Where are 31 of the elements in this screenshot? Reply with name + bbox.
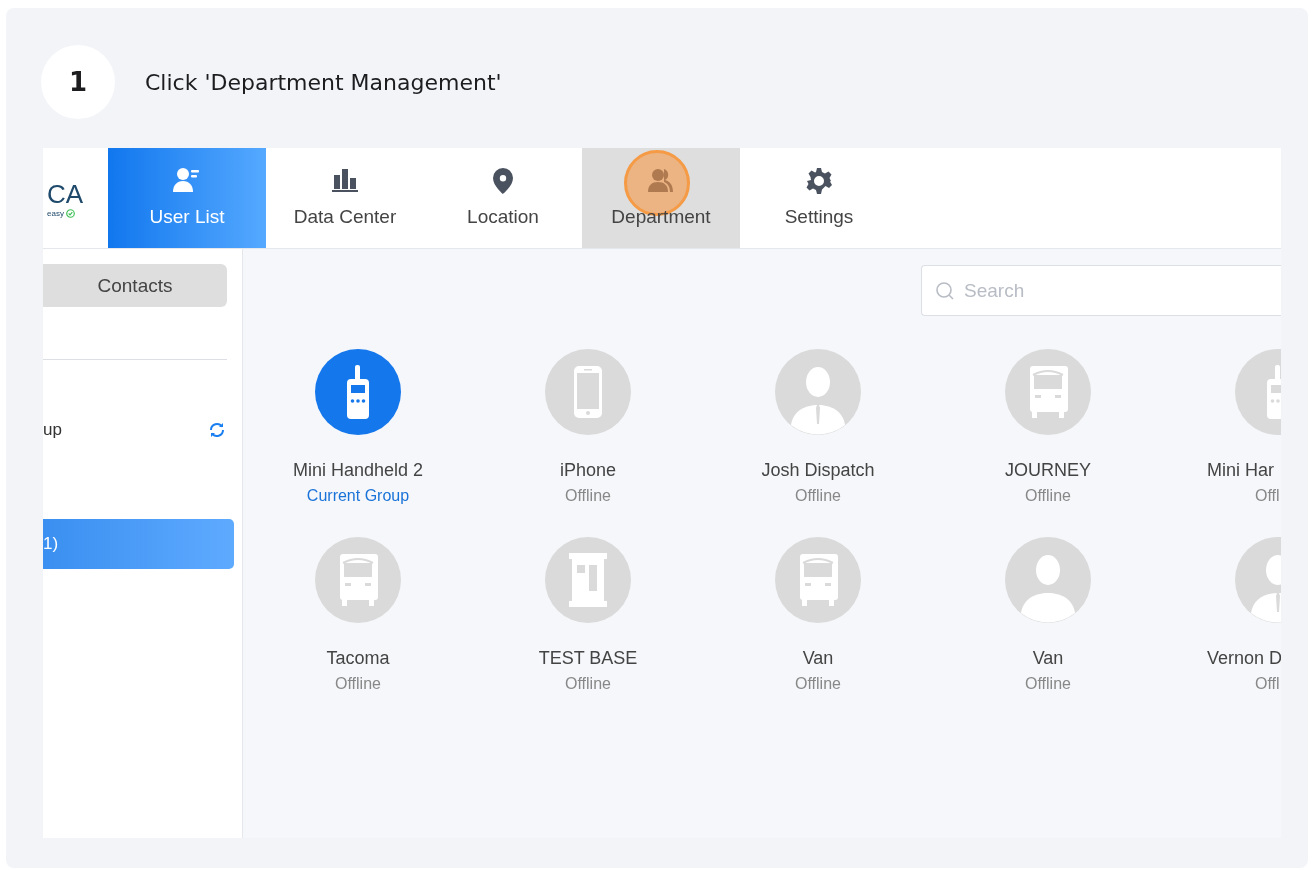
step-number-badge: 1 bbox=[41, 45, 115, 119]
device-name: Van bbox=[802, 647, 834, 669]
nav-tab[interactable]: Department bbox=[582, 148, 740, 248]
device-status: Offline bbox=[1025, 486, 1071, 506]
sidebar-item[interactable]: up bbox=[43, 405, 234, 455]
device-status: Offl bbox=[1255, 486, 1280, 506]
refresh-icon[interactable] bbox=[208, 421, 226, 439]
device-status: Offline bbox=[565, 674, 611, 694]
device-status: Offline bbox=[795, 486, 841, 506]
device-name: Mini Har bbox=[1207, 459, 1274, 481]
device-status: Offline bbox=[795, 674, 841, 694]
device-status: Offl bbox=[1255, 674, 1280, 694]
contacts-button[interactable]: Contacts bbox=[43, 264, 227, 307]
device-name: Mini Handheld 2 bbox=[292, 459, 424, 481]
device-name: Josh Dispatch bbox=[761, 459, 875, 481]
device-status: Offline bbox=[1025, 674, 1071, 694]
search-field[interactable]: Search bbox=[921, 265, 1281, 316]
device-status: Current Group bbox=[306, 486, 410, 506]
step-instruction: Click 'Department Management' bbox=[145, 69, 502, 95]
device-name: TEST BASE bbox=[538, 647, 638, 669]
device-name: Tacoma bbox=[326, 647, 390, 669]
settings-icon bbox=[803, 166, 835, 196]
device-status: Offline bbox=[565, 486, 611, 506]
device-name: Van bbox=[1032, 647, 1064, 669]
check-icon bbox=[65, 208, 75, 218]
device-name: JOURNEY bbox=[1005, 459, 1091, 481]
device-name: Vernon D bbox=[1207, 647, 1281, 669]
device-status: Offline bbox=[335, 674, 381, 694]
logo-tagline: easy bbox=[47, 208, 64, 218]
logo-text: CA bbox=[47, 178, 84, 209]
device-name: iPhone bbox=[559, 459, 617, 481]
